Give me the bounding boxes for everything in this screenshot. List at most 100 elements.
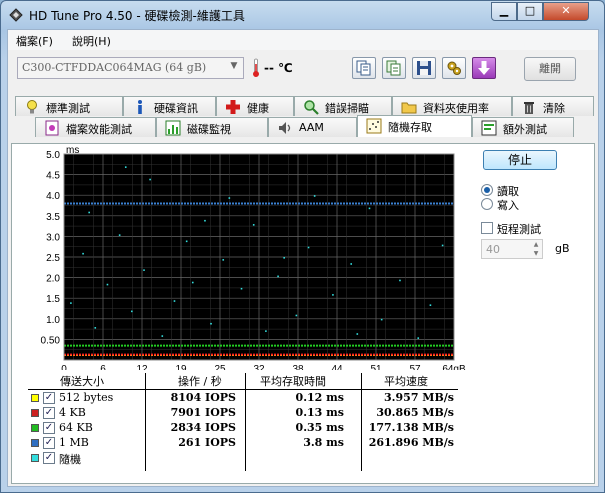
random-access-icon bbox=[366, 118, 382, 134]
menu-help[interactable]: 說明(H) bbox=[72, 33, 111, 49]
app-window: HD Tune Pro 4.50 - 硬碟檢測-維護工具 ▁ □ ✕ 檔案(F)… bbox=[0, 0, 605, 493]
random-access-point bbox=[283, 257, 285, 259]
menu-file[interactable]: 檔案(F) bbox=[16, 33, 53, 49]
options-button[interactable] bbox=[442, 57, 466, 79]
random-access-point bbox=[88, 211, 90, 214]
random-access-point bbox=[307, 246, 310, 249]
random-access-point bbox=[149, 178, 151, 181]
close-button[interactable]: ✕ bbox=[543, 2, 589, 21]
tab-folder-usage[interactable]: 資料夾使用率 bbox=[392, 96, 512, 116]
short-test-label: 短程測試 bbox=[497, 223, 541, 236]
tab-label: 健康 bbox=[247, 102, 269, 115]
copy-icon bbox=[356, 60, 371, 76]
copy-info-button[interactable] bbox=[352, 57, 376, 79]
tab-label: 額外測試 bbox=[503, 123, 547, 136]
read-radio[interactable] bbox=[481, 184, 493, 196]
tab-extra-tests[interactable]: 額外測試 bbox=[472, 117, 574, 137]
random-access-point bbox=[240, 287, 243, 290]
random-access-point bbox=[441, 244, 444, 247]
spinner-arrows-icon[interactable]: ▲ ▼ bbox=[530, 240, 542, 258]
save-button[interactable] bbox=[412, 57, 436, 79]
random-access-point bbox=[265, 330, 267, 332]
random-access-point bbox=[356, 333, 359, 335]
series-checkbox[interactable]: ✓ bbox=[43, 452, 55, 464]
short-test-size-value: 40 bbox=[486, 243, 500, 256]
stop-button[interactable]: 停止 bbox=[483, 150, 557, 170]
row-speed: 261.896 MB/s bbox=[368, 436, 454, 449]
app-icon bbox=[9, 8, 23, 22]
series-checkbox[interactable]: ✓ bbox=[43, 422, 55, 434]
random-access-point bbox=[118, 234, 121, 236]
tab-health[interactable]: 健康 bbox=[216, 96, 294, 116]
info-icon bbox=[138, 100, 142, 114]
toolbar: C300-CTFDDAC064MAG (64 gB) ▼ -- ℃ 離開 bbox=[8, 52, 598, 86]
y-tick-label: 3.5 bbox=[46, 212, 60, 223]
drive-select[interactable]: C300-CTFDDAC064MAG (64 gB) ▼ bbox=[17, 57, 244, 79]
tab-label: 標準測試 bbox=[46, 102, 90, 115]
series-color-swatch bbox=[31, 454, 39, 462]
series-checkbox[interactable]: ✓ bbox=[43, 437, 55, 449]
access-time-chart: 0.501.01.52.02.53.03.54.04.55.00 6 12 19 25 3… bbox=[41, 145, 466, 370]
random-access-point bbox=[185, 240, 188, 243]
tab-label: 硬碟資訊 bbox=[154, 102, 198, 115]
magnifier-icon bbox=[304, 100, 319, 115]
close-icon: ✕ bbox=[561, 4, 571, 17]
short-test-size-input[interactable]: 40 ▲ ▼ bbox=[481, 239, 543, 259]
y-tick-label: 5.0 bbox=[46, 150, 60, 161]
random-access-point bbox=[70, 302, 72, 304]
tab-benchmark[interactable]: 標準測試 bbox=[15, 96, 123, 116]
tab-row-secondary: 檔案效能測試 磁碟監視 AAM 隨機存取 額外測試 bbox=[11, 115, 597, 137]
y-tick-label: 4.0 bbox=[46, 191, 60, 202]
table-row: ✓ 隨機 bbox=[28, 451, 458, 466]
exit-button[interactable]: 離開 bbox=[524, 57, 576, 81]
row-access-time: 0.35 ms bbox=[295, 421, 344, 434]
minimize-button[interactable]: ▁ bbox=[491, 2, 517, 21]
series-checkbox[interactable]: ✓ bbox=[43, 392, 55, 404]
series-checkbox[interactable]: ✓ bbox=[43, 407, 55, 419]
tab-disk-monitor[interactable]: 磁碟監視 bbox=[156, 117, 268, 137]
tab-label: 檔案效能測試 bbox=[66, 123, 132, 136]
series-color-swatch bbox=[31, 439, 39, 447]
folder-icon bbox=[401, 102, 417, 114]
y-tick-label: 1.0 bbox=[46, 315, 60, 326]
header-avg-access-time: 平均存取時間 bbox=[260, 375, 326, 388]
tab-aam[interactable]: AAM bbox=[268, 117, 357, 137]
row-access-time: 0.12 ms bbox=[295, 391, 344, 404]
health-cross-icon bbox=[226, 100, 240, 114]
copy-all-button[interactable] bbox=[382, 57, 406, 79]
tab-random-access[interactable]: 隨機存取 bbox=[357, 115, 472, 137]
random-access-point bbox=[124, 166, 127, 168]
random-access-point bbox=[417, 337, 420, 339]
random-access-point bbox=[204, 219, 206, 222]
table-row: ✓ 1 MB 261 IOPS 3.8 ms 261.896 MB/s bbox=[28, 436, 458, 451]
random-access-point bbox=[368, 207, 371, 210]
tab-file-benchmark[interactable]: 檔案效能測試 bbox=[35, 117, 156, 137]
tab-label: AAM bbox=[299, 121, 324, 134]
tab-info[interactable]: 硬碟資訊 bbox=[123, 96, 216, 116]
tab-error-scan[interactable]: 錯誤掃瞄 bbox=[294, 96, 392, 116]
tab-erase[interactable]: 清除 bbox=[512, 96, 594, 116]
lightbulb-icon bbox=[27, 100, 37, 114]
write-label: 寫入 bbox=[497, 199, 519, 212]
random-access-point bbox=[82, 252, 84, 255]
random-access-point bbox=[429, 304, 432, 306]
maximize-icon: □ bbox=[524, 4, 536, 17]
header-avg-speed: 平均速度 bbox=[384, 375, 428, 388]
y-tick-label: 4.5 bbox=[46, 171, 60, 182]
tab-label: 隨機存取 bbox=[388, 121, 432, 134]
download-button[interactable] bbox=[472, 57, 496, 79]
maximize-button[interactable]: □ bbox=[517, 2, 543, 21]
short-test-checkbox[interactable] bbox=[481, 222, 493, 234]
row-iops: 8104 IOPS bbox=[170, 391, 236, 404]
write-radio[interactable] bbox=[481, 198, 493, 210]
row-iops: 7901 IOPS bbox=[170, 406, 236, 419]
random-access-point bbox=[277, 275, 279, 278]
random-access-point bbox=[380, 318, 383, 321]
row-iops: 261 IOPS bbox=[178, 436, 236, 449]
row-transfer-size: 1 MB bbox=[59, 436, 89, 449]
series-color-swatch bbox=[31, 394, 39, 402]
table-header-divider bbox=[28, 389, 458, 390]
tab-label: 清除 bbox=[543, 102, 565, 115]
title-bar[interactable]: HD Tune Pro 4.50 - 硬碟檢測-維護工具 ▁ □ ✕ bbox=[1, 1, 604, 29]
row-transfer-size: 512 bytes bbox=[59, 391, 114, 404]
